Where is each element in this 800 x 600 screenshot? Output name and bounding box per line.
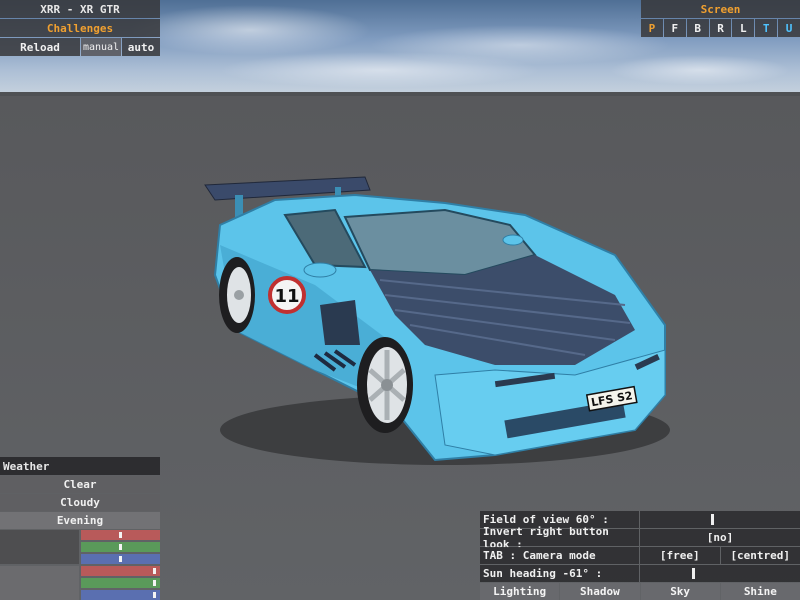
fov-slider-knob[interactable] <box>710 514 714 525</box>
auto-button[interactable]: auto <box>122 38 160 56</box>
tab-shine[interactable]: Shine <box>720 583 800 600</box>
race-car: LFS S2 11 <box>204 176 670 465</box>
car-info-panel: XRR - XR GTR Challenges Reload manual au… <box>0 0 160 56</box>
reload-button[interactable]: Reload <box>0 38 80 56</box>
slider-blue-2[interactable] <box>81 590 160 600</box>
sun-heading-slider[interactable] <box>640 565 800 582</box>
weather-header: Weather <box>0 457 160 475</box>
view-button-b[interactable]: B <box>686 19 709 37</box>
sun-heading-label: Sun heading -61° : <box>480 565 639 582</box>
rear-wheel <box>219 257 255 333</box>
slider-knob[interactable] <box>153 568 157 574</box>
screen-panel: Screen P F B R L T U <box>641 0 800 37</box>
right-mirror <box>502 234 524 246</box>
slider-knob[interactable] <box>153 580 157 586</box>
view-button-r[interactable]: R <box>709 19 732 37</box>
view-button-f[interactable]: F <box>663 19 686 37</box>
invert-row: Invert right button look : [no] <box>480 525 800 551</box>
view-button-l[interactable]: L <box>732 19 755 37</box>
manual-button[interactable]: manual <box>81 38 121 56</box>
slider-knob[interactable] <box>119 544 122 550</box>
view-settings-panel: Field of view 60° : Invert right button … <box>480 511 800 600</box>
car-name: XRR - XR GTR <box>0 0 160 18</box>
camera-mode-options: [free] [centred] <box>640 547 800 564</box>
weather-option-cloudy[interactable]: Cloudy <box>0 494 160 511</box>
weather-option-evening[interactable]: Evening <box>0 512 160 529</box>
screen-title[interactable]: Screen <box>641 0 800 18</box>
camera-row: TAB : Camera mode [free] [centred] <box>480 547 800 564</box>
tab-shadow[interactable]: Shadow <box>560 583 640 600</box>
camera-free-button[interactable]: [free] <box>640 547 720 564</box>
weather-sliders <box>0 530 160 600</box>
camera-mode-label: TAB : Camera mode <box>480 547 639 564</box>
color-swatch-1 <box>0 530 79 564</box>
slider-red-2[interactable] <box>81 566 160 576</box>
view-button-u[interactable]: U <box>778 19 800 37</box>
control-buttons: Reload manual auto <box>0 38 160 56</box>
lighting-tabs: Lighting Shadow Sky Shine <box>480 583 800 600</box>
side-mirror <box>303 262 337 278</box>
fov-slider[interactable] <box>640 511 800 528</box>
front-wheel <box>357 337 413 433</box>
race-number-roundel: 11 <box>268 276 306 314</box>
race-number: 11 <box>274 286 299 307</box>
slider-knob[interactable] <box>119 556 122 562</box>
game-mode[interactable]: Challenges <box>0 19 160 37</box>
view-buttons: P F B R L T U <box>641 19 800 37</box>
sun-row: Sun heading -61° : <box>480 565 800 582</box>
slider-knob[interactable] <box>119 532 122 538</box>
slider-red-1[interactable] <box>81 530 160 540</box>
invert-label: Invert right button look : <box>480 525 639 551</box>
slider-knob[interactable] <box>153 592 157 598</box>
tab-sky[interactable]: Sky <box>640 583 720 600</box>
slider-green-1[interactable] <box>81 542 160 552</box>
slider-green-2[interactable] <box>81 578 160 588</box>
color-swatch-2 <box>0 566 79 600</box>
tab-lighting[interactable]: Lighting <box>480 583 560 600</box>
camera-centred-button[interactable]: [centred] <box>720 547 800 564</box>
view-button-t[interactable]: T <box>755 19 778 37</box>
side-vent <box>320 300 360 345</box>
weather-option-clear[interactable]: Clear <box>0 476 160 493</box>
invert-toggle[interactable]: [no] <box>640 529 800 546</box>
weather-panel: Weather Clear Cloudy Evening <box>0 457 160 600</box>
view-button-p[interactable]: P <box>641 19 663 37</box>
sun-slider-knob[interactable] <box>691 568 695 579</box>
slider-blue-1[interactable] <box>81 554 160 564</box>
